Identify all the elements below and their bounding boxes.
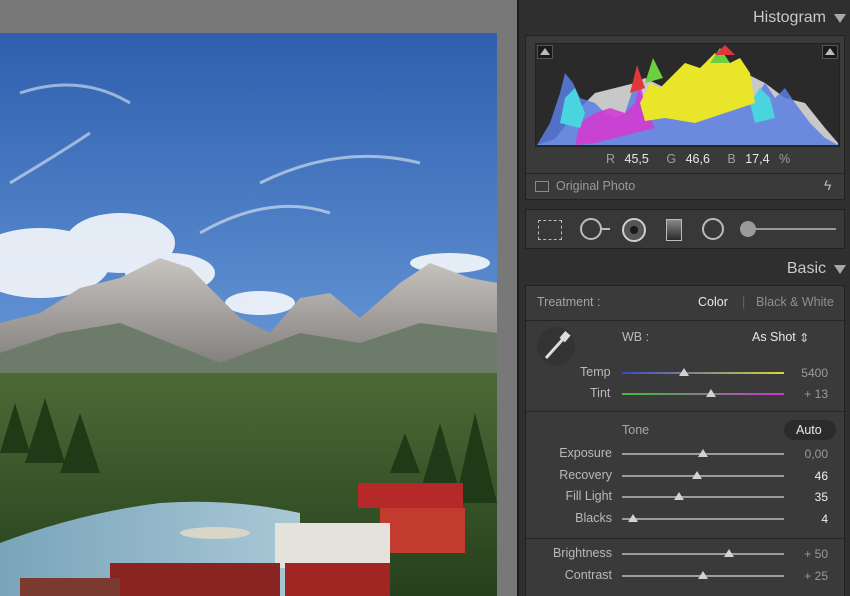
tint-value[interactable]: + 13 — [788, 387, 828, 401]
temp-value[interactable]: 5400 — [788, 366, 828, 380]
fill-light-value[interactable]: 35 — [788, 490, 828, 504]
r-value: 45,5 — [624, 152, 649, 166]
original-photo-label: Original Photo — [556, 179, 636, 193]
fill-light-label: Fill Light — [565, 489, 612, 503]
shadow-clipping-button[interactable] — [537, 45, 553, 59]
eyedropper-icon[interactable] — [536, 326, 576, 366]
histogram-title: Histogram — [753, 9, 826, 26]
exposure-slider-thumb[interactable] — [698, 449, 708, 457]
brightness-value[interactable]: + 50 — [788, 547, 828, 561]
auto-tone-button[interactable]: Auto — [784, 420, 836, 440]
recovery-value[interactable]: 46 — [788, 469, 828, 483]
tint-slider-thumb[interactable] — [706, 389, 717, 397]
triangle-icon — [825, 48, 835, 55]
treatment-bw-option[interactable]: Black & White — [756, 295, 834, 309]
lightning-icon[interactable]: ϟ — [824, 177, 831, 193]
temp-slider-thumb[interactable] — [678, 368, 689, 376]
photo-preview[interactable] — [0, 33, 497, 596]
original-photo-checkbox[interactable] — [535, 181, 549, 192]
contrast-value[interactable]: + 25 — [788, 569, 828, 583]
rgb-readout: R 45,5 G 46,6 B 17,4 % — [606, 152, 790, 166]
auto-tone-label: Auto — [796, 423, 822, 437]
histogram-section: R 45,5 G 46,6 B 17,4 % Original Photo ϟ — [525, 35, 846, 200]
percent-unit: % — [779, 152, 791, 166]
histogram-divider — [526, 173, 846, 174]
tool-strip — [525, 209, 845, 249]
graduated-filter-icon[interactable] — [666, 219, 682, 241]
treatment-divider — [526, 320, 846, 321]
collapse-triangle-icon — [834, 264, 846, 274]
triangle-icon — [540, 48, 550, 55]
spot-removal-arrow — [602, 228, 610, 230]
recovery-slider-thumb[interactable] — [691, 470, 702, 479]
wb-dropdown-icon[interactable]: ⇕ — [799, 330, 809, 345]
b-value: 17,4 — [745, 152, 770, 166]
temp-slider-track[interactable] — [622, 372, 784, 374]
g-value: 46,6 — [685, 152, 710, 166]
brightness-label: Brightness — [552, 546, 612, 560]
recovery-slider-track[interactable] — [622, 474, 784, 477]
spot-removal-icon[interactable] — [580, 218, 602, 240]
image-canvas[interactable] — [0, 0, 517, 596]
tone-label: Tone — [622, 423, 650, 437]
crop-overlay-icon[interactable] — [538, 220, 562, 240]
temp-label: Temp — [580, 365, 611, 379]
fill-light-slider-thumb[interactable] — [673, 492, 684, 500]
g-label: G — [666, 152, 677, 166]
histogram-graph[interactable] — [535, 43, 840, 147]
landscape-photo — [0, 33, 497, 596]
red-eye-pupil — [630, 226, 638, 234]
contrast-label: Contrast — [564, 567, 612, 582]
brush-size-track[interactable] — [752, 228, 836, 230]
red-eye-icon[interactable] — [622, 218, 646, 242]
basic-header[interactable]: Basic — [787, 259, 846, 279]
exposure-value[interactable]: 0,00 — [788, 447, 828, 461]
fill-light-slider-track[interactable] — [622, 496, 784, 498]
blacks-slider-thumb[interactable] — [628, 513, 639, 522]
collapse-triangle-icon — [834, 13, 846, 23]
r-label: R — [606, 152, 616, 166]
brightness-slider-track[interactable] — [622, 553, 784, 555]
b-label: B — [727, 152, 736, 166]
wb-value[interactable]: As Shot — [752, 330, 796, 344]
histogram-header[interactable]: Histogram — [753, 8, 846, 28]
treatment-label: Treatment : — [537, 295, 601, 309]
blacks-slider-track[interactable] — [622, 517, 784, 520]
develop-panel: Histogram R 45,5 G 46,6 B 17,4 % Origina… — [517, 0, 850, 596]
tone-divider — [526, 538, 846, 539]
contrast-slider-thumb[interactable] — [698, 570, 708, 579]
radial-filter-icon[interactable] — [702, 218, 724, 240]
tint-label: Tint — [590, 386, 611, 400]
treatment-color-option[interactable]: Color — [698, 295, 728, 309]
basic-section: Treatment : Color | Black & White WB : A… — [525, 285, 846, 596]
blacks-value[interactable]: 4 — [788, 512, 828, 526]
basic-title: Basic — [786, 260, 826, 277]
brightness-slider-thumb[interactable] — [723, 549, 734, 557]
highlight-clipping-button[interactable] — [822, 45, 838, 59]
wb-label: WB : — [622, 330, 650, 344]
recovery-label: Recovery — [559, 467, 612, 482]
tint-slider-track[interactable] — [622, 393, 784, 395]
exposure-label: Exposure — [559, 446, 612, 460]
wb-divider — [526, 411, 846, 412]
treatment-separator: | — [742, 295, 746, 309]
blacks-label: Blacks — [575, 510, 612, 525]
